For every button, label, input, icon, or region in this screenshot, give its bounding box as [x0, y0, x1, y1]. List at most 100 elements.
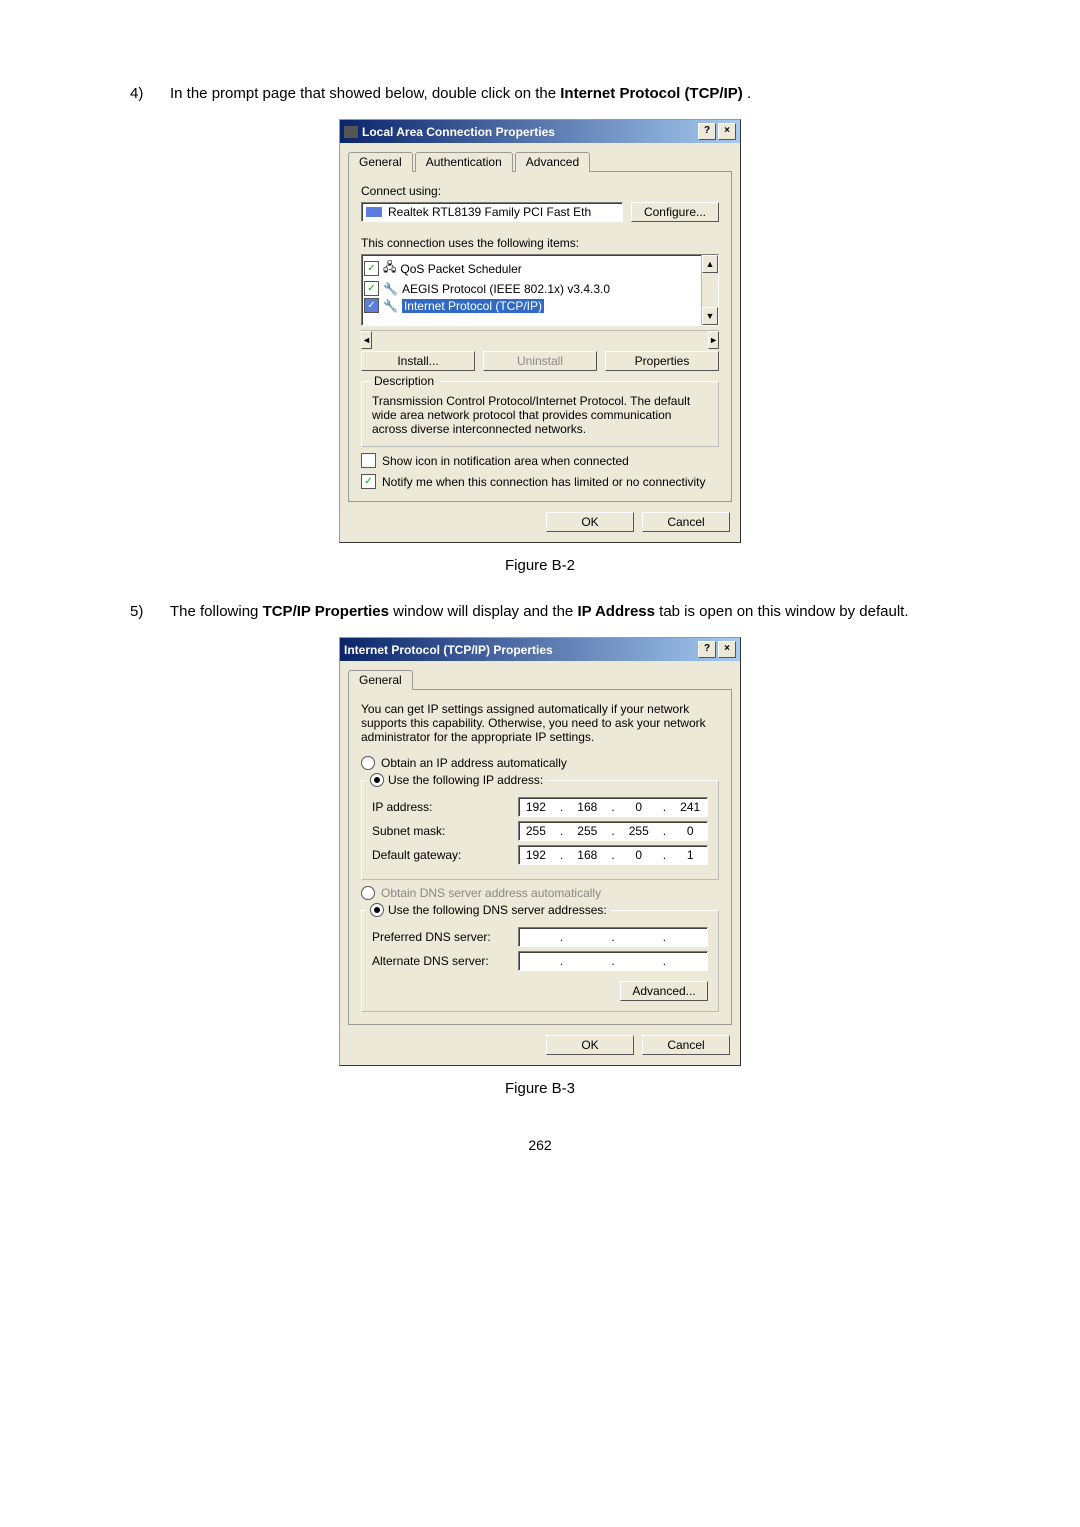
tab-row: General	[348, 669, 732, 690]
ip-octet[interactable]	[626, 930, 652, 944]
properties-button[interactable]: Properties	[605, 351, 719, 371]
checkbox-icon[interactable]	[364, 261, 379, 276]
protocol-icon: 🔧	[383, 282, 398, 296]
ip-octet[interactable]	[523, 954, 549, 968]
radio-icon[interactable]	[361, 756, 375, 770]
description-text: Transmission Control Protocol/Internet P…	[372, 394, 708, 436]
install-button[interactable]: Install...	[361, 351, 475, 371]
ip-octet[interactable]: 0	[677, 824, 703, 838]
ip-address-field[interactable]: 192. 168. 0. 241	[518, 797, 708, 817]
checkbox-icon[interactable]	[361, 453, 376, 468]
tab-advanced[interactable]: Advanced	[515, 152, 590, 172]
ip-octet[interactable]: 0	[626, 848, 652, 862]
tab-authentication[interactable]: Authentication	[415, 152, 513, 172]
ip-octet[interactable]: 1	[677, 848, 703, 862]
ip-octet[interactable]	[523, 930, 549, 944]
ip-octet[interactable]	[677, 930, 703, 944]
group-title: Use the following IP address:	[366, 773, 547, 787]
description-group: Description Transmission Control Protoco…	[361, 381, 719, 447]
adapter-name: Realtek RTL8139 Family PCI Fast Eth	[388, 205, 591, 219]
use-ip-group: Use the following IP address: IP address…	[361, 780, 719, 880]
ok-button[interactable]: OK	[546, 512, 634, 532]
list-item[interactable]: 🔧 AEGIS Protocol (IEEE 802.1x) v3.4.3.0	[364, 280, 699, 297]
obtain-dns-radio-row: Obtain DNS server address automatically	[361, 886, 719, 900]
ip-octet[interactable]	[574, 930, 600, 944]
scroll-left-icon[interactable]: ◄	[361, 331, 372, 349]
text-bold: Internet Protocol (TCP/IP)	[560, 85, 743, 102]
ip-octet[interactable]	[626, 954, 652, 968]
page-number: 262	[130, 1137, 950, 1153]
close-button[interactable]: ×	[718, 123, 736, 140]
subnet-mask-field[interactable]: 255. 255. 255. 0	[518, 821, 708, 841]
cancel-button[interactable]: Cancel	[642, 1035, 730, 1055]
ip-octet[interactable]: 192	[523, 848, 549, 862]
scroll-right-icon[interactable]: ►	[708, 331, 719, 349]
items-listbox[interactable]: 🖧 QoS Packet Scheduler 🔧 AEGIS Protocol …	[361, 254, 719, 326]
titlebar: Local Area Connection Properties ? ×	[340, 120, 740, 143]
ok-button[interactable]: OK	[546, 1035, 634, 1055]
vertical-scrollbar[interactable]: ▲ ▼	[701, 255, 718, 325]
preferred-dns-label: Preferred DNS server:	[372, 930, 518, 944]
checkbox-icon[interactable]	[364, 281, 379, 296]
ip-octet[interactable]: 255	[574, 824, 600, 838]
item-label: QoS Packet Scheduler	[400, 262, 521, 276]
scroll-track[interactable]	[702, 273, 718, 307]
show-icon-row[interactable]: Show icon in notification area when conn…	[361, 453, 719, 468]
ip-octet[interactable]: 168	[574, 800, 600, 814]
scroll-down-icon[interactable]: ▼	[702, 307, 718, 325]
use-dns-group: Use the following DNS server addresses: …	[361, 910, 719, 1012]
tab-body: Connect using: Realtek RTL8139 Family PC…	[348, 172, 732, 502]
horizontal-scrollbar[interactable]: ◄ ►	[361, 330, 719, 347]
radio-label: Use the following IP address:	[388, 773, 543, 787]
alternate-dns-field[interactable]: . . .	[518, 951, 708, 971]
list-item[interactable]: 🖧 QoS Packet Scheduler	[364, 257, 699, 280]
ip-octet[interactable]	[677, 954, 703, 968]
radio-icon[interactable]	[370, 903, 384, 917]
advanced-button[interactable]: Advanced...	[620, 981, 708, 1001]
alternate-dns-label: Alternate DNS server:	[372, 954, 518, 968]
step-5: 5) The following TCP/IP Properties windo…	[130, 598, 950, 625]
ip-octet[interactable]	[574, 954, 600, 968]
adapter-field: Realtek RTL8139 Family PCI Fast Eth	[361, 202, 623, 222]
scroll-up-icon[interactable]: ▲	[702, 255, 718, 273]
info-text: You can get IP settings assigned automat…	[361, 702, 719, 744]
close-button[interactable]: ×	[718, 641, 736, 658]
window-title: Internet Protocol (TCP/IP) Properties	[344, 643, 553, 657]
tab-general[interactable]: General	[348, 670, 413, 690]
group-title: Description	[370, 374, 438, 388]
text-bold: TCP/IP Properties	[263, 603, 389, 620]
ip-octet[interactable]: 168	[574, 848, 600, 862]
step-text: In the prompt page that showed below, do…	[170, 80, 950, 107]
step-text: The following TCP/IP Properties window w…	[170, 598, 950, 625]
figure-caption: Figure B-2	[130, 557, 950, 574]
ip-octet[interactable]: 255	[626, 824, 652, 838]
ip-octet[interactable]: 255	[523, 824, 549, 838]
group-title: Use the following DNS server addresses:	[366, 903, 611, 917]
tab-general[interactable]: General	[348, 152, 413, 172]
ip-octet[interactable]: 0	[626, 800, 652, 814]
text: The following	[170, 603, 263, 620]
configure-button[interactable]: Configure...	[631, 202, 719, 222]
ip-address-label: IP address:	[372, 800, 518, 814]
checkbox-icon[interactable]	[364, 298, 379, 313]
ip-octet[interactable]: 241	[677, 800, 703, 814]
scroll-track[interactable]	[372, 331, 708, 347]
step-4: 4) In the prompt page that showed below,…	[130, 80, 950, 107]
radio-icon[interactable]	[370, 773, 384, 787]
checkbox-label: Notify me when this connection has limit…	[382, 475, 706, 489]
text: window will display and the	[393, 603, 577, 620]
obtain-ip-radio-row[interactable]: Obtain an IP address automatically	[361, 756, 719, 770]
ip-octet[interactable]: 192	[523, 800, 549, 814]
default-gateway-field[interactable]: 192. 168. 0. 1	[518, 845, 708, 865]
text: tab is open on this window by default.	[659, 603, 908, 620]
list-item-tcpip[interactable]: 🔧 Internet Protocol (TCP/IP)	[364, 297, 699, 314]
help-button[interactable]: ?	[698, 641, 716, 658]
help-button[interactable]: ?	[698, 123, 716, 140]
cancel-button[interactable]: Cancel	[642, 512, 730, 532]
preferred-dns-field[interactable]: . . .	[518, 927, 708, 947]
radio-label: Use the following DNS server addresses:	[388, 903, 607, 917]
item-label: AEGIS Protocol (IEEE 802.1x) v3.4.3.0	[402, 282, 610, 296]
notify-row[interactable]: Notify me when this connection has limit…	[361, 474, 719, 489]
checkbox-icon[interactable]	[361, 474, 376, 489]
network-icon	[344, 126, 358, 138]
